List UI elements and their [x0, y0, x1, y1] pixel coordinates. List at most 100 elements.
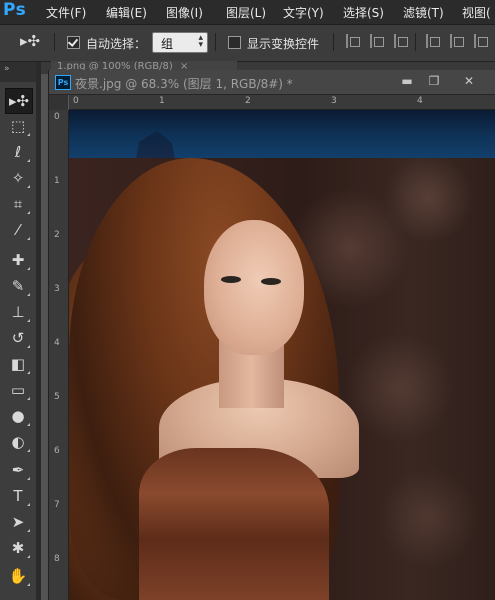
align-right-icon[interactable]	[474, 34, 488, 48]
crop-tool-icon: ⌗	[13, 195, 23, 213]
auto-select-value: 组	[161, 37, 174, 51]
show-transform-checkbox[interactable]	[228, 36, 241, 49]
ruler-label: 3	[54, 284, 60, 294]
marquee-tool-icon: ⬚	[10, 117, 26, 135]
ruler-label: 4	[54, 338, 60, 348]
show-transform-label: 显示变换控件	[247, 37, 320, 51]
menu-view[interactable]: 视图(	[462, 4, 491, 21]
magic-wand-tool-icon: ✧	[11, 169, 25, 187]
lasso-tool-button[interactable]: ℓ	[5, 140, 31, 164]
eyedropper-tool-button[interactable]: ⁄	[5, 218, 31, 242]
close-button[interactable]: ✕	[459, 73, 479, 89]
healing-brush-tool-icon: ✚	[11, 251, 25, 269]
horizontal-ruler[interactable]: 0 1 2 3 4	[69, 95, 495, 110]
brush-tool-button[interactable]: ✎	[5, 274, 31, 298]
portrait-photo-layer	[69, 158, 495, 600]
dodge-tool-icon: ◐	[11, 433, 25, 451]
history-brush-tool-button[interactable]: ↺	[5, 326, 31, 350]
dropdown-arrows-icon: ▴ ▾	[198, 33, 203, 50]
ruler-label: 6	[54, 446, 60, 456]
ruler-label: 1	[54, 176, 60, 186]
restore-button[interactable]: ❐	[424, 73, 444, 89]
ruler-label: 7	[54, 500, 60, 510]
ruler-label: 0	[73, 96, 79, 106]
menu-edit[interactable]: 编辑(E)	[106, 4, 147, 21]
auto-select-checkbox[interactable]	[67, 36, 80, 49]
blur-tool-icon: ●	[11, 407, 25, 425]
pen-tool-icon: ✒	[11, 461, 25, 479]
menu-bar: Ps 文件(F) 编辑(E) 图像(I) 图层(L) 文字(Y) 选择(S) 滤…	[0, 0, 495, 24]
path-selection-tool-icon: ➤	[11, 513, 25, 531]
menu-image[interactable]: 图像(I)	[166, 4, 203, 21]
crop-tool-button[interactable]: ⌗	[5, 192, 31, 216]
brush-tool-icon: ✎	[11, 277, 25, 295]
lasso-tool-icon: ℓ	[14, 143, 22, 161]
divider	[333, 33, 334, 51]
ruler-label: 2	[54, 230, 60, 240]
divider	[215, 33, 216, 51]
building-silhouette	[136, 131, 175, 160]
document-title: 夜景.jpg @ 68.3% (图层 1, RGB/8#) *	[75, 77, 293, 91]
photoshop-logo: Ps	[3, 0, 27, 20]
panel-divider[interactable]	[36, 62, 41, 600]
ruler-label: 1	[159, 96, 165, 106]
hand-tool-button[interactable]: ✋	[5, 564, 31, 588]
shape-tool-button[interactable]: ✱	[5, 536, 31, 560]
ruler-label: 8	[54, 554, 60, 564]
pen-tool-button[interactable]: ✒	[5, 458, 31, 482]
blur-tool-button[interactable]: ●	[5, 404, 31, 428]
collapse-icon[interactable]: »	[4, 64, 10, 74]
align-vertical-center-icon[interactable]	[370, 34, 384, 48]
document-canvas[interactable]	[69, 110, 495, 600]
healing-brush-tool-button[interactable]: ✚	[5, 248, 31, 272]
align-left-icon[interactable]	[426, 34, 440, 48]
history-brush-tool-icon: ↺	[11, 329, 25, 347]
type-tool-button[interactable]: T	[5, 484, 31, 508]
eye-shape	[261, 278, 281, 285]
shape-tool-icon: ✱	[11, 539, 25, 557]
ps-file-icon: Ps	[55, 75, 71, 90]
ruler-label: 2	[245, 96, 251, 106]
clone-stamp-tool-icon: ⊥	[11, 303, 25, 321]
divider	[54, 33, 55, 51]
eraser-tool-icon: ◧	[10, 355, 26, 373]
clone-stamp-tool-button[interactable]: ⊥	[5, 300, 31, 324]
align-top-icon[interactable]	[346, 34, 360, 48]
align-horizontal-center-icon[interactable]	[450, 34, 464, 48]
dodge-tool-button[interactable]: ◐	[5, 430, 31, 454]
tools-panel: » ▸✣ ⬚ ℓ ✧ ⌗ ⁄ ✚ ✎ ⊥ ↺ ◧ ▭ ● ◐ ✒ T ➤ ✱ ✋	[0, 62, 37, 600]
align-bottom-icon[interactable]	[394, 34, 408, 48]
ruler-label: 0	[54, 112, 60, 122]
menu-filter[interactable]: 滤镜(T)	[403, 4, 444, 21]
marquee-tool-button[interactable]: ⬚	[5, 114, 31, 138]
options-bar: ▸✣ 自动选择： 组 ▴ ▾ 显示变换控件	[0, 24, 495, 62]
divider	[415, 33, 416, 51]
auto-select-dropdown[interactable]: 组 ▴ ▾	[152, 32, 208, 53]
eye-shape	[221, 276, 241, 283]
magic-wand-tool-button[interactable]: ✧	[5, 166, 31, 190]
dress-shape	[139, 448, 329, 600]
eraser-tool-button[interactable]: ◧	[5, 352, 31, 376]
ruler-origin[interactable]	[49, 95, 68, 110]
menu-layer[interactable]: 图层(L)	[226, 4, 266, 21]
menu-type[interactable]: 文字(Y)	[283, 4, 324, 21]
hand-tool-icon: ✋	[8, 567, 28, 585]
gradient-tool-icon: ▭	[10, 381, 26, 399]
eyedropper-tool-icon: ⁄	[16, 221, 20, 239]
move-tool-button[interactable]: ▸✣	[5, 88, 33, 114]
menu-select[interactable]: 选择(S)	[343, 4, 384, 21]
ruler-label: 5	[54, 392, 60, 402]
auto-select-label: 自动选择：	[86, 37, 147, 51]
document-window: Ps 夜景.jpg @ 68.3% (图层 1, RGB/8#) * ▬ ❐ ✕…	[48, 70, 495, 600]
type-tool-icon: T	[13, 487, 23, 505]
path-selection-tool-button[interactable]: ➤	[5, 510, 31, 534]
tools-panel-header[interactable]: »	[0, 62, 36, 82]
move-tool-icon: ▸✣	[8, 92, 30, 110]
vertical-ruler[interactable]: 0 1 2 3 4 5 6 7 8	[49, 110, 69, 600]
gradient-tool-button[interactable]: ▭	[5, 378, 31, 402]
menu-file[interactable]: 文件(F)	[46, 4, 86, 21]
ruler-label: 4	[417, 96, 423, 106]
minimize-button[interactable]: ▬	[397, 73, 417, 89]
move-tool-icon[interactable]: ▸✣	[20, 32, 40, 52]
document-title-bar[interactable]: Ps 夜景.jpg @ 68.3% (图层 1, RGB/8#) * ▬ ❐ ✕	[49, 70, 495, 95]
